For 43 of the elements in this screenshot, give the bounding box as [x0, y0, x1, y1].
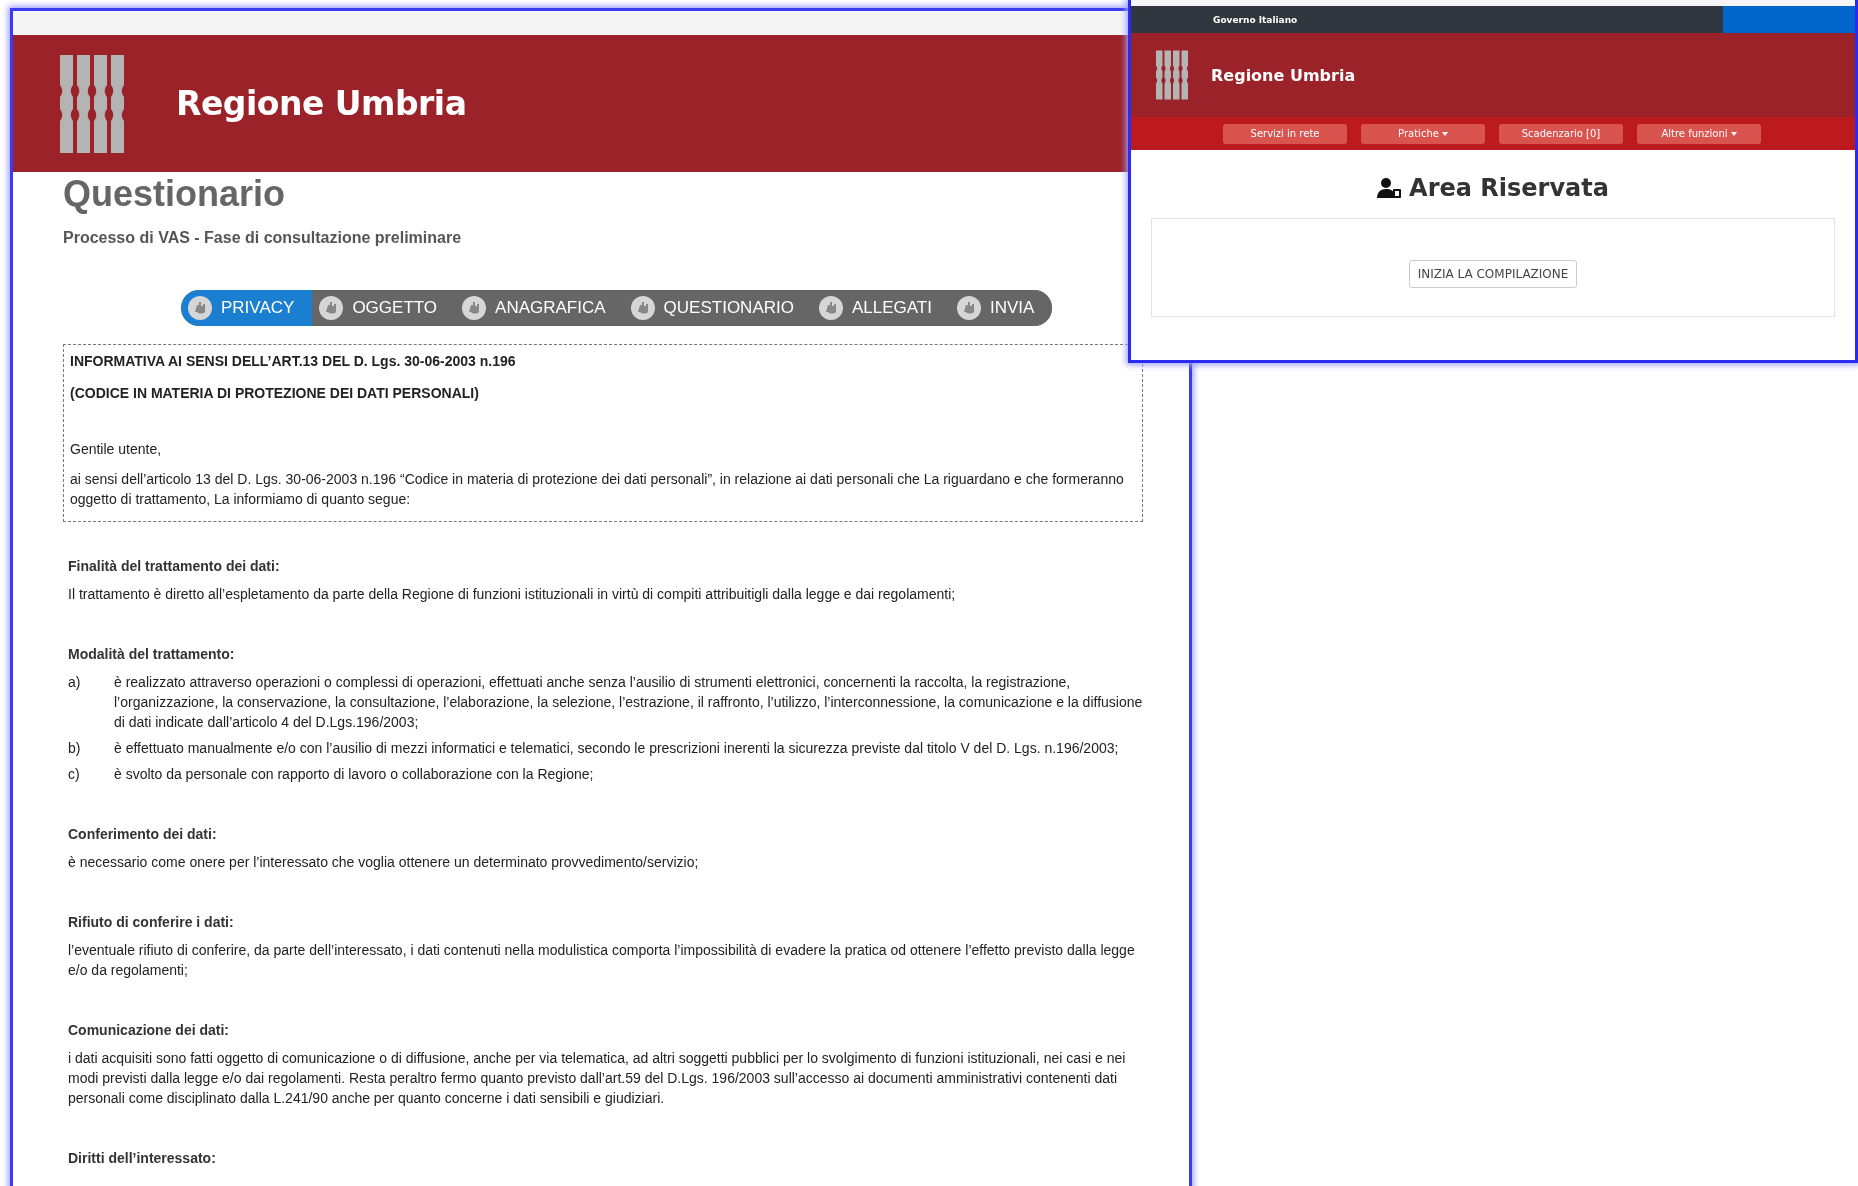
intro-paragraph: ai sensi dell’articolo 13 del D. Lgs. 30-06-2003 n.196 “Codice in materia di protezione dei dati personali”, in relazione ai dati personali che La riguardano e che formeranno oggetto di trattamento, La informiamo di quanto segue:	[70, 470, 1125, 509]
notice-heading: (CODICE IN MATERIA DI PROTEZIONE DEI DATI PERSONALI)	[70, 384, 480, 403]
logo-icon	[1156, 50, 1188, 100]
nav-button[interactable]: Scadenzario [0]	[1499, 123, 1623, 144]
section-heading: Finalità del trattamento dei dati:	[68, 558, 281, 574]
step-tab[interactable]: PRIVACY	[181, 290, 313, 326]
caret-icon	[1441, 131, 1448, 136]
list-marker: b)	[68, 739, 82, 758]
hand-icon	[629, 295, 656, 321]
nav-button[interactable]: Pratiche	[1361, 123, 1485, 144]
hand-icon	[461, 295, 488, 321]
hand-icon	[187, 295, 213, 321]
caret-icon	[1730, 131, 1737, 136]
list-marker: a)	[68, 673, 82, 692]
paragraph: i dati acquisiti sono fatti oggetto di comunicazione o di diffusione, anche per via telematica, ad altri soggetti pubblici per lo svolgimento di funzioni istituzionali, nei casi e nei modi previsti dalla legge e/o dai regolamenti. Resta peraltro fermo quanto previsto dall’art.59 del D.Lgs. 196/2003 sull’accesso ai documenti amministrativi contenenti dati personali come disciplinato dalla L.241/90 anche per quanto concerne i dati sensibili e giudiziari.	[68, 1049, 1127, 1108]
logo-icon	[60, 54, 124, 153]
hand-icon	[955, 295, 982, 321]
section-title: Area Riservata	[1409, 174, 1609, 202]
site-title: Regione Umbria	[1211, 65, 1356, 85]
site-title: Regione Umbria	[176, 84, 467, 123]
user-lock-icon	[1377, 177, 1404, 199]
top-bar-label: Governo Italiano	[1213, 14, 1298, 25]
hand-icon	[318, 295, 345, 321]
list-item-text: è realizzato attraverso operazioni o complessi di operazioni, effettuati anche senza l’ausilio di strumenti elettronici, concernenti la raccolta, la registrazione, l’organizzazione, la conservazione, la consultazione, l’elaborazione, la selezione, l’estrazione, il raffronto, l’utilizzo, l’interconnessione, la comunicazione e la diffusione di dati indicate dall’articolo 4 del D.Lgs.196/2003;	[114, 673, 1143, 732]
section-heading: Comunicazione dei dati:	[68, 1022, 230, 1038]
nav-button[interactable]: Altre funzioni	[1637, 123, 1761, 144]
greeting: Gentile utente,	[70, 440, 163, 459]
section-heading: Modalità del trattamento:	[68, 646, 236, 662]
notice-heading: INFORMATIVA AI SENSI DELL’ART.13 DEL D. Lgs. 30-06-2003 n.196	[70, 352, 517, 371]
nav-button[interactable]: Servizi in rete	[1223, 123, 1347, 144]
page-subtitle: Processo di VAS - Fase di consultazione preliminare	[63, 228, 463, 248]
list-item-text: è svolto da personale con rapporto di lavoro o collaborazione con la Regione;	[114, 765, 594, 784]
section-heading: Conferimento dei dati:	[68, 826, 218, 842]
list-item-text: è effettuato manualmente e/o con l’ausilio di mezzi informatici e telematici, secondo le prescrizioni inerenti la sicurezza previste dal titolo V del D. Lgs. n.196/2003;	[114, 739, 1119, 758]
section-heading: Rifiuto di conferire i dati:	[68, 914, 235, 930]
paragraph: Il trattamento è diretto all’espletamento da parte della Regione di funzioni istituzionali in virtù di compiti attribuitigli dalla legge e dai regolamenti;	[68, 585, 957, 604]
section-heading: Diritti dell’interessato:	[68, 1150, 217, 1166]
hand-icon	[817, 295, 844, 321]
start-button[interactable]: INIZIA LA COMPILAZIONE	[1408, 259, 1578, 288]
list-marker: c)	[68, 765, 81, 784]
paragraph: l’eventuale rifiuto di conferire, da parte dell’interessato, i dati contenuti nella modulistica comporta l’impossibilità di evadere la pratica od ottenere l’effetto previsto dalla legge e/o da regolamenti;	[68, 941, 1136, 980]
paragraph: è necessario come onere per l’interessato che voglia ottenere un determinato provvedimento/servizio;	[68, 853, 700, 872]
page-title: Questionario	[63, 172, 287, 216]
